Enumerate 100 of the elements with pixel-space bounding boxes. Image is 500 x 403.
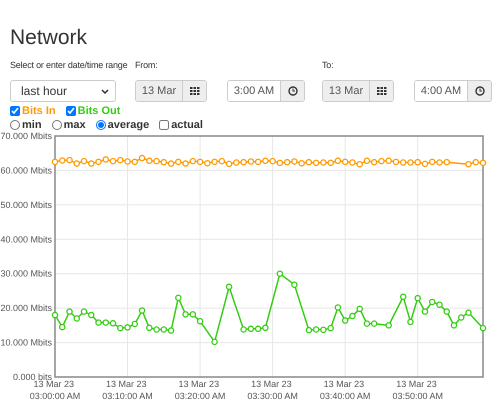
point: [248, 326, 254, 332]
point: [52, 158, 58, 166]
point: [190, 158, 196, 164]
point: [306, 326, 312, 334]
point: [138, 307, 146, 314]
point: [342, 317, 348, 324]
point: [153, 326, 160, 333]
point: [52, 312, 58, 318]
x-tick-label: 13 Mar 23 03:30:00 AM: [247, 379, 298, 401]
point: [480, 160, 486, 166]
calendar-button[interactable]: [182, 81, 206, 101]
point: [175, 294, 182, 302]
point: [196, 318, 204, 324]
point: [320, 326, 327, 334]
range-label: Select or enter date/time range: [10, 60, 128, 71]
point: [443, 158, 450, 166]
point: [480, 324, 486, 332]
point: [211, 338, 218, 346]
series-label: Bits In: [22, 104, 56, 116]
point: [349, 312, 356, 320]
time-field[interactable]: 4:00 AM: [414, 80, 492, 102]
mode-radio[interactable]: [96, 120, 106, 130]
point: [364, 320, 370, 327]
point: [59, 324, 66, 330]
chevron-icon: [101, 88, 109, 94]
time-field[interactable]: 3:00 AM: [227, 80, 305, 102]
y-tick-label: 10.000 Mbits: [0, 338, 52, 348]
point: [320, 159, 327, 166]
y-tick-label: 40.000 Mbits: [0, 234, 52, 244]
point: [414, 294, 421, 302]
point: [284, 158, 290, 166]
point: [262, 324, 269, 332]
point: [124, 158, 131, 165]
point: [254, 158, 262, 166]
to-label: To:: [322, 60, 334, 71]
point: [160, 326, 168, 333]
point: [450, 322, 458, 329]
y-tick-label: 0.000 bits: [12, 372, 52, 382]
point: [182, 160, 189, 167]
point: [132, 320, 138, 328]
point: [342, 158, 348, 166]
point: [422, 160, 428, 168]
point: [349, 159, 356, 166]
mode-checkbox[interactable]: [159, 120, 170, 130]
date-field[interactable]: 13 Mar: [135, 80, 207, 102]
from-label: From:: [135, 60, 158, 71]
point: [254, 326, 262, 332]
point: [153, 158, 160, 164]
calendar-icon: [376, 86, 386, 96]
point: [327, 160, 334, 166]
point: [436, 159, 443, 166]
point: [74, 315, 80, 322]
point: [414, 158, 421, 166]
y-tick-label: 50.000 Mbits: [0, 200, 52, 210]
point: [370, 320, 378, 327]
point: [196, 158, 204, 166]
point: [74, 160, 80, 167]
point: [233, 159, 240, 166]
point: [312, 326, 320, 333]
mode-radio[interactable]: [10, 120, 20, 130]
clock-icon: [288, 86, 298, 96]
clock-icon: [474, 86, 484, 96]
y-tick-label: 20.000 Mbits: [0, 303, 52, 314]
point: [334, 158, 342, 164]
point: [472, 158, 479, 166]
point: [117, 324, 124, 332]
point: [465, 309, 472, 316]
clock-button[interactable]: [280, 81, 304, 101]
calendar-button[interactable]: [369, 81, 393, 101]
point: [327, 324, 334, 332]
point: [66, 156, 73, 164]
x-tick-label: 13 Mar 23 03:00:00 AM: [30, 379, 80, 401]
point: [422, 308, 428, 315]
series-checkbox[interactable]: [10, 106, 20, 116]
series-checkbox[interactable]: [66, 106, 76, 116]
point: [102, 319, 110, 326]
point: [378, 158, 385, 164]
page-title: Network: [10, 26, 88, 50]
point: [269, 158, 276, 164]
x-tick-label: 13 Mar 23 03:50:00 AM: [392, 379, 443, 401]
date-field[interactable]: 13 Mar: [322, 80, 394, 102]
point: [160, 158, 168, 166]
point: [291, 158, 298, 165]
point: [95, 158, 102, 166]
point: [146, 158, 153, 164]
clock-button[interactable]: [467, 81, 491, 101]
point: [262, 158, 269, 164]
point: [407, 318, 414, 326]
point: [428, 298, 436, 306]
point: [356, 306, 363, 312]
point: [80, 158, 88, 164]
point: [175, 158, 182, 166]
x-tick-label: 13 Mar 23 03:20:00 AM: [174, 379, 226, 401]
point: [204, 160, 211, 166]
point: [124, 324, 131, 331]
mode-radio[interactable]: [52, 120, 62, 130]
point: [356, 160, 363, 168]
range-select[interactable]: last hour: [10, 80, 116, 102]
point: [80, 308, 88, 315]
point: [465, 160, 472, 168]
